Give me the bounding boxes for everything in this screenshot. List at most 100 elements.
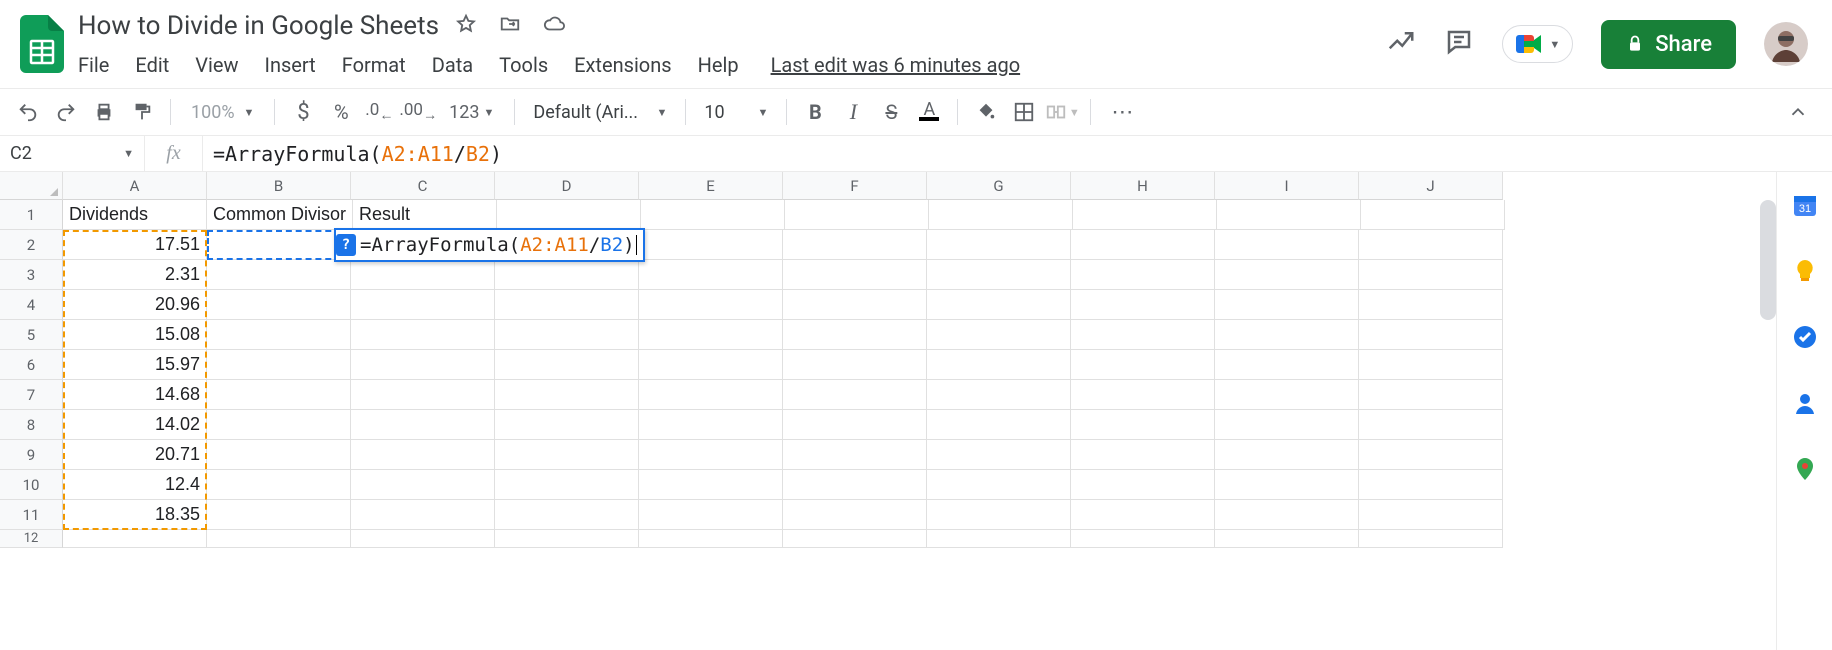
cell[interactable] [927, 500, 1071, 530]
cell[interactable]: 2.31 [63, 260, 207, 290]
cell[interactable] [927, 350, 1071, 380]
calendar-icon[interactable]: 31 [1792, 192, 1818, 222]
cell[interactable] [783, 230, 927, 260]
redo-button[interactable] [48, 94, 84, 130]
cell[interactable] [927, 410, 1071, 440]
borders-button[interactable] [1006, 94, 1042, 130]
cell[interactable] [1071, 500, 1215, 530]
row-header[interactable]: 6 [0, 350, 63, 380]
maps-icon[interactable] [1792, 456, 1818, 486]
font-size-select[interactable]: 10▼ [696, 94, 776, 130]
name-box[interactable]: C2 ▼ [0, 136, 145, 171]
row-header[interactable]: 2 [0, 230, 63, 260]
keep-icon[interactable] [1792, 258, 1818, 288]
cell[interactable] [783, 290, 927, 320]
col-header[interactable]: A [63, 172, 207, 200]
cell[interactable] [639, 410, 783, 440]
cell[interactable] [783, 320, 927, 350]
cell[interactable] [783, 440, 927, 470]
cell[interactable] [207, 530, 351, 548]
cell[interactable] [1359, 530, 1503, 548]
comments-icon[interactable] [1444, 27, 1474, 61]
cell[interactable] [1359, 380, 1503, 410]
col-header[interactable]: I [1215, 172, 1359, 200]
cell[interactable] [1359, 440, 1503, 470]
row-header[interactable]: 8 [0, 410, 63, 440]
cell[interactable] [783, 410, 927, 440]
cell[interactable] [1073, 200, 1217, 230]
col-header[interactable]: D [495, 172, 639, 200]
merge-cells-button[interactable]: ▼ [1044, 94, 1080, 130]
contacts-icon[interactable] [1792, 390, 1818, 420]
row-header[interactable]: 1 [0, 200, 63, 230]
share-button[interactable]: Share [1601, 20, 1736, 69]
cell[interactable] [495, 380, 639, 410]
cell[interactable] [351, 320, 495, 350]
cell[interactable] [207, 320, 351, 350]
cell-editor[interactable]: ? =ArrayFormula(A2:A11/B2) [334, 228, 645, 262]
cell[interactable] [495, 290, 639, 320]
cell[interactable] [927, 440, 1071, 470]
cell[interactable] [1215, 350, 1359, 380]
cell[interactable]: 15.97 [63, 350, 207, 380]
cell[interactable] [63, 530, 207, 548]
cell[interactable] [1361, 200, 1505, 230]
paint-format-button[interactable] [124, 94, 160, 130]
cell[interactable] [1359, 320, 1503, 350]
cell[interactable] [497, 200, 641, 230]
col-header[interactable]: J [1359, 172, 1503, 200]
cell[interactable] [639, 530, 783, 548]
cell[interactable] [1215, 470, 1359, 500]
row-header[interactable]: 3 [0, 260, 63, 290]
cell[interactable] [495, 530, 639, 548]
bold-button[interactable]: B [797, 94, 833, 130]
currency-button[interactable]: $ [285, 94, 321, 130]
cell[interactable] [639, 290, 783, 320]
cell[interactable] [495, 470, 639, 500]
cell[interactable] [1215, 320, 1359, 350]
cell[interactable] [641, 200, 785, 230]
more-formats-button[interactable]: 123▼ [439, 94, 504, 130]
cell[interactable] [351, 440, 495, 470]
increase-decimal-button[interactable]: .00→ [399, 94, 437, 130]
meet-button[interactable]: ▼ [1502, 25, 1573, 63]
cell[interactable]: 14.68 [63, 380, 207, 410]
cell[interactable] [351, 290, 495, 320]
cell[interactable] [1215, 440, 1359, 470]
cell[interactable] [783, 500, 927, 530]
cell[interactable] [1071, 470, 1215, 500]
last-edit-link[interactable]: Last edit was 6 minutes ago [771, 53, 1021, 77]
col-header[interactable]: G [927, 172, 1071, 200]
decrease-decimal-button[interactable]: .0← [361, 94, 397, 130]
col-header[interactable]: E [639, 172, 783, 200]
cell[interactable] [927, 530, 1071, 548]
cell[interactable] [783, 470, 927, 500]
cell[interactable] [783, 380, 927, 410]
cell[interactable] [927, 260, 1071, 290]
cell[interactable] [495, 440, 639, 470]
cell[interactable] [639, 470, 783, 500]
cell[interactable]: Result [353, 200, 497, 230]
cell[interactable] [1071, 410, 1215, 440]
cell[interactable] [1071, 320, 1215, 350]
cell[interactable] [1215, 380, 1359, 410]
zoom-select[interactable]: 100% ▼ [181, 94, 264, 130]
cell[interactable] [351, 380, 495, 410]
cell[interactable] [207, 260, 351, 290]
row-header[interactable]: 10 [0, 470, 63, 500]
cell[interactable]: 14.02 [63, 410, 207, 440]
fill-color-button[interactable] [968, 94, 1004, 130]
cell[interactable] [1071, 290, 1215, 320]
menu-help[interactable]: Help [698, 53, 739, 77]
cell[interactable] [639, 500, 783, 530]
cell[interactable]: 17.51 [63, 230, 207, 260]
col-header[interactable]: F [783, 172, 927, 200]
menu-view[interactable]: View [195, 53, 238, 77]
cell[interactable] [639, 320, 783, 350]
cell[interactable] [929, 200, 1073, 230]
menu-insert[interactable]: Insert [265, 53, 316, 77]
cell[interactable]: Common Divisor [207, 200, 353, 230]
cell[interactable] [207, 350, 351, 380]
cell[interactable] [1359, 410, 1503, 440]
cell[interactable]: 18.35 [63, 500, 207, 530]
